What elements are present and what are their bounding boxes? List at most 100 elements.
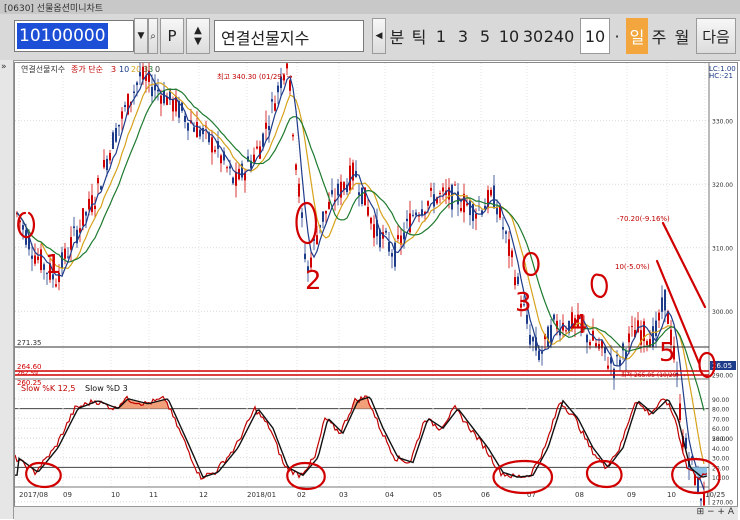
candle-body	[82, 208, 84, 226]
candle-body	[553, 314, 555, 320]
candle-body	[304, 253, 306, 260]
main-legend-title: 연결선물지수	[21, 64, 65, 74]
candle-body	[451, 184, 453, 210]
candle-body	[352, 162, 354, 181]
candle-body	[664, 289, 666, 311]
candle-body	[406, 218, 408, 222]
candle-body	[67, 256, 69, 258]
candle-body	[607, 365, 609, 369]
candle-body	[226, 167, 228, 169]
candle-body	[370, 217, 372, 224]
candle-body	[265, 122, 267, 129]
high-annotation: 최고 340.30 (01/29) →	[217, 72, 293, 81]
spin-buttons[interactable]: ▲ ▼	[186, 18, 210, 54]
candle-body	[340, 181, 342, 198]
candle-body	[124, 105, 126, 108]
period-week[interactable]: 주	[648, 18, 670, 54]
left-arrow-button[interactable]: ◀	[372, 18, 386, 54]
chart-frame[interactable]: 연결선물지수 종가 단순 3 10 20 33 0 LC:1.00 HC:-21…	[14, 55, 738, 514]
candle-body	[469, 200, 471, 216]
candle-body	[151, 86, 153, 97]
period-3[interactable]: 3	[452, 18, 474, 54]
candle-body	[316, 235, 318, 245]
candle-body	[661, 297, 663, 312]
candle-body	[505, 231, 507, 234]
code-input[interactable]: 10100000	[14, 20, 134, 52]
candle-body	[529, 334, 531, 345]
candle-body	[121, 111, 123, 119]
candle-body	[412, 214, 414, 216]
left-strip: »	[0, 60, 14, 519]
candle-body	[97, 177, 99, 184]
next-button[interactable]: 다음	[696, 18, 736, 54]
candle-body	[373, 224, 375, 238]
candle-body	[88, 198, 90, 210]
period-tick[interactable]: 틱	[408, 18, 430, 54]
stoch-label-d: Slow %D 3	[85, 384, 128, 393]
search-button[interactable]: ⌕	[148, 18, 158, 54]
y-tick-label: 320.00	[712, 182, 733, 189]
candle-body	[109, 152, 111, 161]
x-ticks: 2017/08 09 10 11 12 2018/01 02 03 04 05 06 07 08 09 10…	[19, 491, 725, 499]
candle-body	[415, 212, 417, 216]
candle-body	[439, 192, 441, 194]
stoch-d-line	[15, 396, 708, 479]
candle-body	[274, 103, 276, 111]
count-input[interactable]: 10	[580, 18, 610, 54]
candle-body	[298, 183, 300, 197]
x-tick-label: 05	[433, 491, 442, 499]
period-240[interactable]: 240	[544, 18, 575, 54]
candle-body	[271, 99, 273, 102]
period-minute[interactable]: 분	[386, 18, 408, 54]
candle-body	[442, 187, 444, 192]
zoom-controls-icon[interactable]: ⊞ − + A	[697, 507, 734, 517]
stoch-label-k: Slow %K 12,5	[21, 384, 75, 393]
period-day[interactable]: 일	[626, 18, 648, 54]
p-button[interactable]: P	[160, 18, 184, 54]
chevron-up-icon[interactable]: ▲	[194, 25, 202, 36]
candle-body	[463, 193, 465, 213]
ma-label-0: 0	[155, 65, 160, 74]
candle-body	[517, 276, 519, 285]
name-field[interactable]: 연결선물지수	[214, 20, 364, 52]
x-tick-label: 06	[481, 491, 490, 499]
candle-body	[679, 403, 681, 421]
count-dot: ·	[614, 26, 620, 46]
candle-body	[193, 127, 195, 132]
code-dropdown-button[interactable]: ▼	[134, 18, 148, 54]
mid-annotation: 10(-5.0%)	[615, 263, 650, 271]
x-tick-label: 09	[627, 491, 636, 499]
candle-body	[538, 350, 540, 360]
chevron-down-icon[interactable]: ▼	[194, 36, 202, 47]
y-ticks-stoch: 90.0080.0070.0060.0050.0040.0030.0020.00…	[712, 397, 729, 482]
y-tick-label-stoch: 30.00	[712, 456, 729, 463]
period-month[interactable]: 월	[670, 18, 694, 54]
candle-body	[460, 208, 462, 211]
y-tick-label-stoch: 90.00	[712, 397, 729, 404]
candle-body	[430, 187, 432, 191]
candle-body	[328, 201, 330, 209]
period-1[interactable]: 1	[430, 18, 452, 54]
candle-body	[331, 190, 333, 195]
y-tick-label-stoch: 40.00	[712, 446, 729, 453]
y-tick-label-stoch: 80.00	[712, 407, 729, 414]
ma-label-10: 10	[119, 65, 129, 74]
period-30[interactable]: 30	[522, 18, 544, 54]
y-tick-label: 290.00	[712, 373, 733, 380]
candle-body	[22, 225, 24, 230]
candle-body	[337, 183, 339, 196]
collapse-icon[interactable]: »	[1, 62, 7, 72]
candle-body	[85, 211, 87, 216]
candle-body	[598, 344, 600, 349]
period-5[interactable]: 5	[474, 18, 496, 54]
candle-body	[655, 320, 657, 337]
candle-body	[112, 132, 114, 149]
candle-body	[157, 89, 159, 92]
period-10[interactable]: 10	[496, 18, 522, 54]
candle-body	[34, 255, 36, 264]
candle-body	[628, 333, 630, 343]
window-titlebar: [0630] 선물옵션미니차트	[0, 0, 740, 15]
price-chart[interactable]: 연결선물지수 종가 단순 3 10 20 33 0 LC:1.00 HC:-21…	[14, 55, 737, 513]
candle-body	[343, 182, 345, 190]
bottom-scrollbar[interactable]: ⊞ − + A	[14, 506, 738, 520]
